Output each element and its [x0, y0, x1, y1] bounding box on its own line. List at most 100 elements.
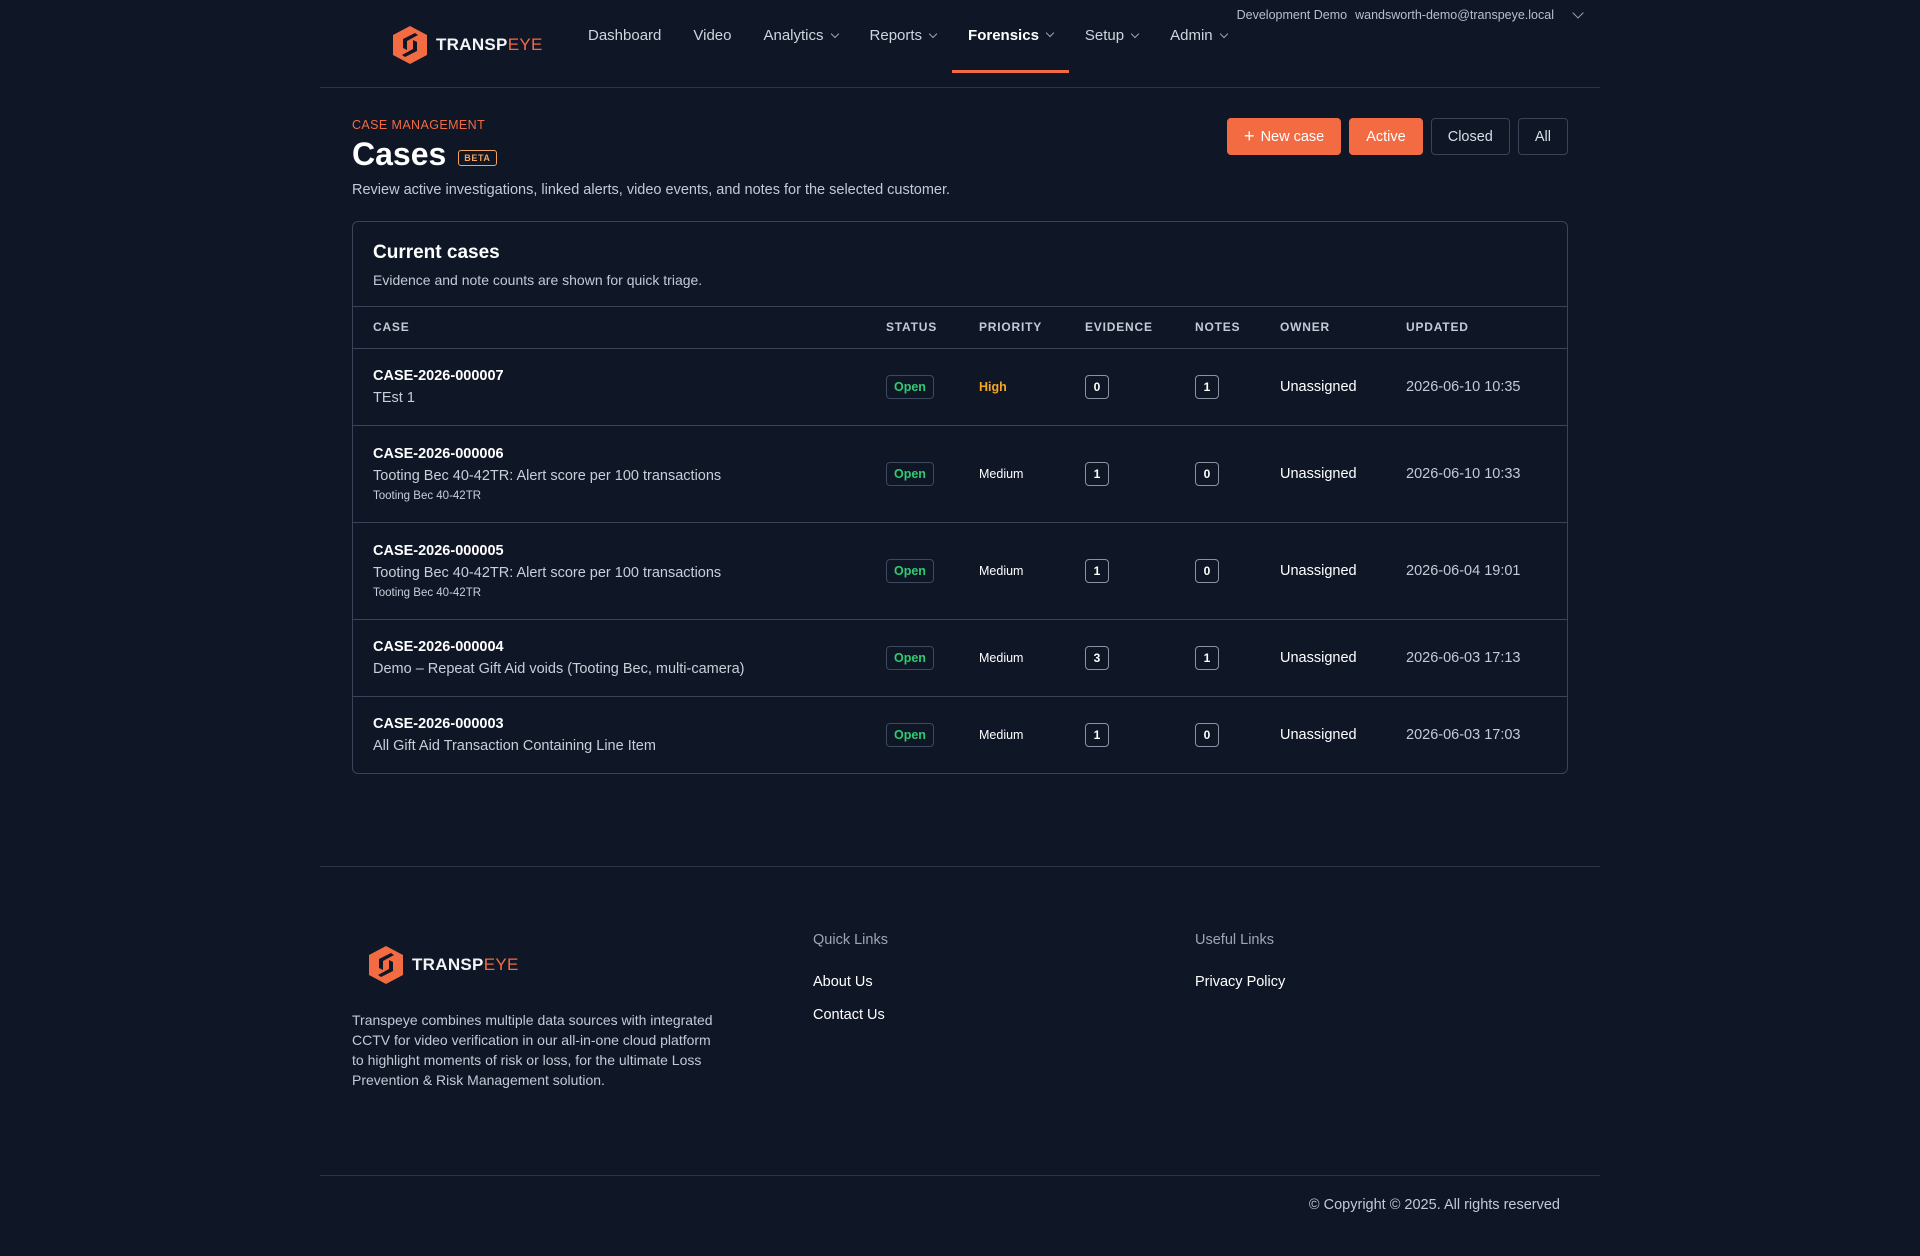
status-badge: Open	[886, 722, 934, 747]
transpeye-logo-icon	[369, 946, 403, 984]
updated-timestamp: 2026-06-03 17:13	[1406, 649, 1521, 666]
nav-video[interactable]: Video	[677, 0, 747, 73]
nav-label: Video	[693, 27, 732, 44]
useful-links: Useful Links Privacy Policy	[1195, 932, 1285, 990]
case-store: Tooting Bec 40-42TR	[373, 489, 482, 502]
case-id[interactable]: CASE-2026-000004	[373, 639, 886, 655]
case-title: All Gift Aid Transaction Containing Line…	[373, 737, 656, 754]
page-title: Cases	[352, 136, 447, 172]
case-id[interactable]: CASE-2026-000003	[373, 716, 886, 732]
chevron-down-icon	[1045, 28, 1055, 38]
card-title: Current cases	[373, 242, 500, 263]
new-case-button[interactable]: + New case	[1227, 118, 1342, 155]
priority-label: Medium	[979, 563, 1024, 578]
updated-timestamp: 2026-06-03 17:03	[1406, 726, 1521, 743]
table-row[interactable]: CASE-2026-000004 Demo – Repeat Gift Aid …	[353, 619, 1567, 697]
cases-card: Current cases Evidence and note counts a…	[352, 221, 1568, 774]
button-label: New case	[1260, 128, 1325, 145]
case-title: Demo – Repeat Gift Aid voids (Tooting Be…	[373, 660, 745, 677]
link-contact-us[interactable]: Contact Us	[813, 1007, 888, 1023]
link-about-us[interactable]: About Us	[813, 974, 888, 990]
nav-label: Setup	[1084, 27, 1125, 44]
table-row[interactable]: CASE-2026-000006 Tooting Bec 40-42TR: Al…	[353, 425, 1567, 523]
table-row[interactable]: CASE-2026-000007 TEst 1 Open High 0 1 Un…	[353, 348, 1567, 426]
account-org: Development Demo	[1236, 8, 1348, 22]
evidence-count: 3	[1085, 645, 1109, 670]
chevron-down-icon	[928, 29, 938, 38]
footer-divider	[320, 866, 1600, 867]
column-header-evidence[interactable]: EVIDENCE	[1085, 307, 1195, 349]
nav-dashboard[interactable]: Dashboard	[572, 0, 677, 73]
updated-timestamp: 2026-06-10 10:33	[1406, 465, 1521, 482]
priority-label: Medium	[979, 650, 1024, 665]
case-id[interactable]: CASE-2026-000005	[373, 543, 886, 559]
main-nav: Dashboard Video Analytics Reports Forens…	[572, 0, 1243, 88]
chevron-down-icon	[830, 29, 839, 38]
case-id[interactable]: CASE-2026-000006	[373, 446, 886, 462]
notes-count: 0	[1195, 722, 1219, 747]
case-store: Tooting Bec 40-42TR	[373, 586, 482, 599]
case-cell: CASE-2026-000006 Tooting Bec 40-42TR: Al…	[353, 425, 886, 523]
column-header-case[interactable]: CASE	[353, 307, 886, 349]
priority-label: Medium	[979, 466, 1024, 481]
page-title-row: Cases BETA	[352, 136, 497, 173]
filter-all-button[interactable]: All	[1517, 118, 1568, 155]
nav-label: Dashboard	[588, 27, 662, 44]
plus-icon: +	[1244, 125, 1255, 146]
column-header-updated[interactable]: UPDATED	[1406, 307, 1567, 349]
notes-count: 1	[1195, 645, 1219, 670]
nav-admin[interactable]: Admin	[1154, 0, 1243, 73]
link-privacy-policy[interactable]: Privacy Policy	[1195, 974, 1285, 990]
nav-forensics[interactable]: Forensics	[952, 0, 1069, 73]
owner: Unassigned	[1280, 465, 1357, 482]
column-header-status[interactable]: STATUS	[886, 307, 979, 349]
filter-active-button[interactable]: Active	[1349, 118, 1423, 155]
case-cell: CASE-2026-000007 TEst 1	[353, 348, 886, 426]
beta-badge: BETA	[458, 149, 497, 166]
priority-label: High	[979, 379, 1007, 394]
status-badge: Open	[886, 558, 934, 583]
case-title: Tooting Bec 40-42TR: Alert score per 100…	[373, 467, 722, 484]
transpeye-logo-icon	[393, 26, 427, 64]
case-id[interactable]: CASE-2026-000007	[373, 368, 886, 384]
evidence-count: 0	[1085, 374, 1109, 399]
quick-links: Quick Links About Us Contact Us	[813, 932, 888, 1023]
case-cell: CASE-2026-000003 All Gift Aid Transactio…	[353, 696, 886, 773]
column-header-priority[interactable]: PRIORITY	[979, 307, 1085, 349]
brand-name: TRANSPEYE	[412, 955, 519, 974]
case-actions: + New case Active Closed All	[1227, 118, 1568, 155]
owner: Unassigned	[1280, 649, 1357, 666]
evidence-count: 1	[1085, 558, 1109, 583]
notes-count: 0	[1195, 461, 1219, 486]
page-description: Review active investigations, linked ale…	[352, 182, 951, 198]
evidence-count: 1	[1085, 722, 1109, 747]
nav-setup[interactable]: Setup	[1069, 0, 1154, 73]
account-email: wandsworth-demo@transpeye.local	[1355, 8, 1554, 22]
filter-closed-button[interactable]: Closed	[1430, 118, 1510, 155]
owner: Unassigned	[1280, 726, 1357, 743]
nav-analytics[interactable]: Analytics	[747, 0, 853, 73]
account-menu[interactable]: Development Demo wandsworth-demo@transpe…	[1236, 7, 1584, 22]
chevron-down-icon	[1130, 29, 1140, 38]
nav-label: Forensics	[968, 26, 1039, 44]
table-row[interactable]: CASE-2026-000005 Tooting Bec 40-42TR: Al…	[353, 522, 1567, 620]
owner: Unassigned	[1280, 378, 1357, 395]
table-header-row: CASE STATUS PRIORITY EVIDENCE NOTES OWNE…	[353, 307, 1567, 349]
chevron-down-icon	[1219, 29, 1228, 38]
chevron-down-icon[interactable]	[1572, 7, 1584, 19]
updated-timestamp: 2026-06-04 19:01	[1406, 562, 1521, 579]
status-badge: Open	[886, 645, 934, 670]
table-row[interactable]: CASE-2026-000003 All Gift Aid Transactio…	[353, 696, 1567, 773]
nav-reports[interactable]: Reports	[854, 0, 953, 73]
footer-logo[interactable]: TRANSPEYE	[366, 944, 519, 986]
column-header-notes[interactable]: NOTES	[1195, 307, 1280, 349]
quick-links-title: Quick Links	[813, 932, 888, 948]
brand-logo[interactable]: TRANSPEYE	[390, 24, 543, 66]
card-subtitle: Evidence and note counts are shown for q…	[373, 272, 703, 288]
copyright: © Copyright © 2025. All rights reserved	[1308, 1197, 1560, 1213]
card-header: Current cases Evidence and note counts a…	[353, 222, 1567, 307]
column-header-owner[interactable]: OWNER	[1280, 307, 1406, 349]
footer-bottom-divider	[320, 1175, 1600, 1176]
top-navigation-bar: Development Demo wandsworth-demo@transpe…	[320, 0, 1600, 88]
notes-count: 0	[1195, 558, 1219, 583]
